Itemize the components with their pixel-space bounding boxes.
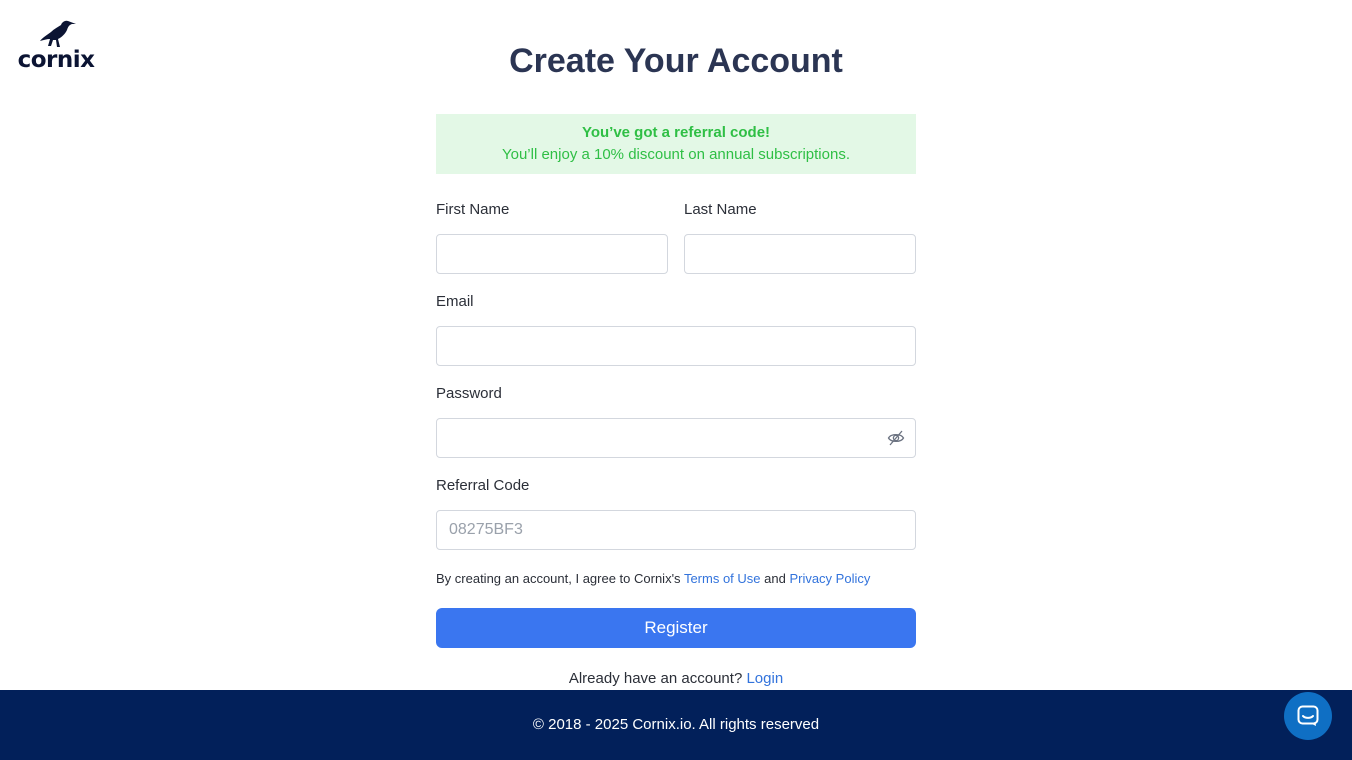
referral-code-input[interactable] (436, 510, 916, 550)
first-name-label: First Name (436, 201, 510, 218)
password-input[interactable] (436, 418, 916, 458)
chat-icon (1297, 705, 1319, 726)
terms-prefix: By creating an account, I agree to Corni… (436, 571, 684, 586)
email-input[interactable] (436, 326, 916, 366)
first-name-input[interactable] (436, 234, 668, 274)
registration-form: You’ve got a referral code! You’ll enjoy… (436, 114, 916, 688)
eye-off-icon[interactable] (887, 429, 905, 447)
login-prompt-text: Already have an account? (568, 670, 747, 687)
password-group: Password (436, 384, 916, 458)
first-name-group: First Name (436, 200, 668, 274)
email-label: Email (436, 293, 474, 310)
terms-of-use-link[interactable]: Terms of Use (684, 571, 761, 586)
page-title: Create Your Account (509, 42, 843, 80)
referral-code-group: Referral Code (436, 476, 916, 550)
register-button[interactable]: Register (436, 608, 916, 648)
password-wrapper (436, 418, 916, 458)
footer-copyright: © 2018 - 2025 Cornix.io. All rights rese… (532, 716, 820, 733)
referral-banner: You’ve got a referral code! You’ll enjoy… (436, 114, 916, 174)
last-name-input[interactable] (684, 234, 916, 274)
referral-code-label: Referral Code (436, 477, 530, 494)
last-name-group: Last Name (684, 200, 916, 274)
password-label: Password (436, 385, 502, 402)
terms-text: By creating an account, I agree to Corni… (436, 571, 916, 587)
login-prompt: Already have an account? Login (436, 670, 916, 688)
referral-banner-text: You’ll enjoy a 10% discount on annual su… (501, 146, 850, 163)
login-link[interactable]: Login (746, 670, 783, 687)
chat-widget-button[interactable] (1284, 692, 1332, 740)
last-name-label: Last Name (684, 201, 757, 218)
footer: © 2018 - 2025 Cornix.io. All rights rese… (0, 690, 1352, 760)
privacy-policy-link[interactable]: Privacy Policy (789, 571, 870, 586)
email-group: Email (436, 292, 916, 366)
terms-joiner: and (760, 571, 790, 586)
name-row: First Name Last Name (436, 200, 916, 274)
referral-banner-title: You’ve got a referral code! (581, 124, 771, 141)
